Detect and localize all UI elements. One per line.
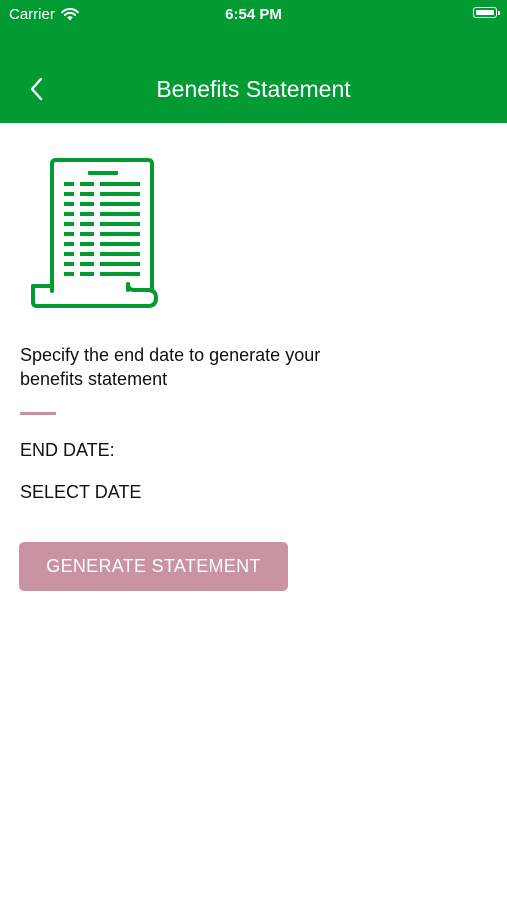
generate-statement-label: GENERATE STATEMENT [46,556,261,576]
instruction-text: Specify the end date to generate your be… [20,345,321,389]
end-date-label: END DATE: [20,440,115,460]
page-title: Benefits Statement [156,76,351,102]
status-time: 6:54 PM [225,6,282,23]
select-date-field[interactable]: SELECT DATE [20,482,141,503]
header-bar: Carrier 6:54 PM Benefits Statement [0,0,507,123]
status-bar: Carrier 6:54 PM [0,0,507,28]
battery-icon [473,7,500,18]
document-statement-icon [31,158,158,308]
accent-divider [20,412,56,415]
generate-statement-button[interactable]: GENERATE STATEMENT [19,542,288,591]
